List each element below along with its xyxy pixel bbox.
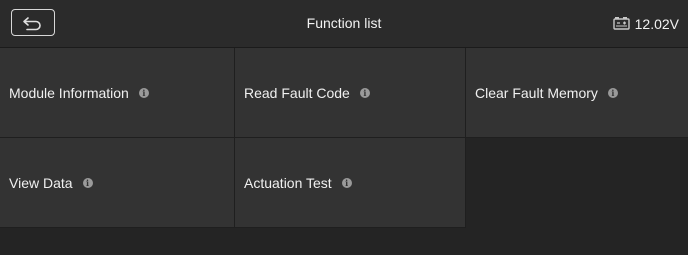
function-actuation-test[interactable]: Actuation Test i	[235, 138, 466, 228]
function-label: Module Information	[9, 84, 129, 101]
function-view-data[interactable]: View Data i	[0, 138, 235, 228]
function-label: Read Fault Code	[244, 84, 350, 101]
function-module-information[interactable]: Module Information i	[0, 48, 235, 138]
battery-icon	[612, 16, 630, 31]
function-label: Clear Fault Memory	[475, 84, 598, 101]
top-bar: Function list 12.02V	[0, 0, 688, 48]
info-icon[interactable]: i	[138, 87, 149, 98]
function-read-fault-code[interactable]: Read Fault Code i	[235, 48, 466, 138]
info-icon[interactable]: i	[607, 87, 618, 98]
info-icon[interactable]: i	[341, 177, 352, 188]
voltage-indicator: 12.02V	[612, 0, 679, 47]
voltage-value: 12.02V	[634, 15, 679, 32]
function-label: View Data	[9, 174, 73, 191]
info-icon[interactable]: i	[359, 87, 370, 98]
page-title: Function list	[306, 15, 382, 31]
function-clear-fault-memory[interactable]: Clear Fault Memory i	[466, 48, 688, 138]
info-icon[interactable]: i	[82, 177, 93, 188]
function-label: Actuation Test	[244, 174, 332, 191]
